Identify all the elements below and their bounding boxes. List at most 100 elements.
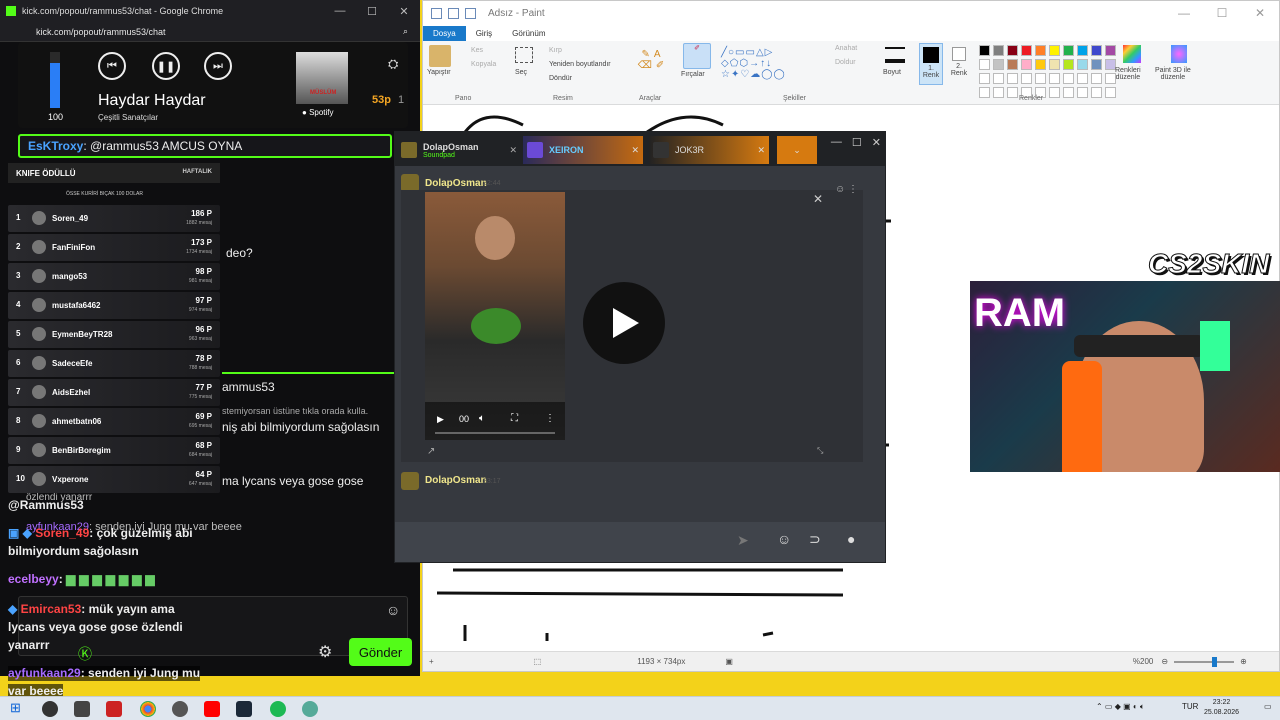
color-swatch[interactable]	[993, 59, 1004, 70]
color-swatch[interactable]	[1091, 59, 1102, 70]
paste-button[interactable]: Yapıştır	[427, 69, 451, 76]
close-tab-icon[interactable]: ✕	[757, 145, 765, 156]
youtube-icon[interactable]	[204, 701, 220, 717]
language-indicator[interactable]: TUR	[1182, 702, 1198, 711]
message-author[interactable]: DolapOsman	[425, 475, 487, 486]
tab-view[interactable]: Görünüm	[502, 26, 555, 41]
settings-icon[interactable]: ⚙	[318, 642, 332, 662]
color-swatch[interactable]	[1035, 45, 1046, 56]
voicemeeter-icon[interactable]	[106, 701, 122, 717]
paste-icon[interactable]	[429, 45, 451, 67]
address-bar[interactable]: kick.com/popout/rammus53/chat ⌕	[0, 22, 420, 42]
spotify-icon[interactable]	[270, 701, 286, 717]
mic-icon[interactable]: ●	[847, 531, 855, 547]
send-button[interactable]: Gönder	[349, 638, 412, 666]
next-track-button[interactable]: ⏭	[204, 52, 232, 80]
color-swatch[interactable]	[979, 59, 990, 70]
chrome-profile-icon[interactable]	[172, 701, 188, 717]
color-swatch[interactable]	[1105, 45, 1116, 56]
message-input[interactable]: ➤ ☺ ⊃ ●	[395, 522, 885, 562]
color-swatch[interactable]	[1077, 59, 1088, 70]
empty-swatch[interactable]	[1063, 87, 1074, 98]
paint3d-button[interactable]: Paint 3D ile düzenle	[1155, 67, 1191, 81]
color2-selector[interactable]: 2. Renk	[947, 43, 971, 85]
color-swatch[interactable]	[1063, 59, 1074, 70]
close-button[interactable]: ✕	[1241, 1, 1279, 25]
resize-button[interactable]: Yeniden boyutlandır	[549, 61, 611, 68]
save-icon[interactable]	[431, 7, 442, 19]
video-thumbnail[interactable]: ▶ 00 🔈︎ ⛶ ⋮	[425, 192, 565, 440]
copy-button[interactable]: Kopyala	[471, 61, 496, 68]
color-swatch[interactable]	[979, 45, 990, 56]
color-swatch[interactable]	[1021, 45, 1032, 56]
empty-swatch[interactable]	[1007, 87, 1018, 98]
reaction-icon[interactable]: ☺ ⋮	[835, 184, 858, 195]
crop-button[interactable]: Kırp	[549, 47, 562, 54]
clock[interactable]: 23:22 25.08.2026	[1204, 698, 1239, 718]
empty-swatch[interactable]	[979, 87, 990, 98]
edit-colors-icon[interactable]	[1123, 45, 1141, 63]
empty-swatch[interactable]	[1021, 73, 1032, 84]
more-icon[interactable]: ⋮	[545, 413, 555, 424]
color1-selector[interactable]: 1. Renk	[919, 43, 943, 85]
redo-icon[interactable]	[465, 7, 476, 19]
volume-icon[interactable]: 🔈︎	[479, 413, 485, 424]
close-embed-icon[interactable]: ✕	[813, 192, 823, 206]
tab-jok3r[interactable]: JOK3R ✕	[649, 136, 769, 164]
color-swatch[interactable]	[1021, 59, 1032, 70]
more-tabs-button[interactable]: ⌄	[777, 136, 817, 164]
volume-bar[interactable]	[50, 52, 60, 108]
start-icon[interactable]: ⊞	[10, 700, 21, 716]
size-button[interactable]: Boyut	[883, 69, 901, 76]
fill-button[interactable]: Doldur	[835, 59, 856, 66]
chrome-icon[interactable]	[140, 701, 156, 717]
maximize-button[interactable]: ☐	[852, 136, 862, 149]
tools-icons[interactable]: ✎A ⌫✐	[631, 49, 675, 77]
empty-swatch[interactable]	[1049, 87, 1060, 98]
resize-icon[interactable]: ⤡	[817, 446, 823, 456]
color-swatch[interactable]	[1063, 45, 1074, 56]
shapes-gallery[interactable]: ╱○▭▭△▷ ◇⬠⬡→↑↓ ☆✦♡☁◯◯	[721, 47, 817, 80]
zoom-slider[interactable]	[1174, 656, 1235, 667]
brushes-button[interactable]: Fırçalar	[681, 71, 705, 78]
minimize-button[interactable]: —	[831, 136, 842, 149]
color-swatch[interactable]	[1035, 59, 1046, 70]
undo-icon[interactable]	[448, 7, 459, 19]
play-small-icon[interactable]: ▶	[437, 414, 444, 425]
open-external-icon[interactable]: ↗	[427, 446, 435, 457]
tab-home[interactable]: Giriş	[466, 26, 502, 41]
empty-swatch[interactable]	[993, 73, 1004, 84]
close-tab-icon[interactable]: ✕	[631, 145, 639, 156]
empty-swatch[interactable]	[1091, 87, 1102, 98]
zoom-in-button[interactable]: ⊕	[1240, 657, 1247, 666]
empty-swatch[interactable]	[1091, 73, 1102, 84]
color-swatch[interactable]	[1007, 45, 1018, 56]
color-swatch[interactable]	[1007, 59, 1018, 70]
empty-swatch[interactable]	[1063, 73, 1074, 84]
color-swatch[interactable]	[993, 45, 1004, 56]
maximize-button[interactable]: ☐	[1203, 1, 1241, 25]
zoom-icon[interactable]: ⌕	[403, 26, 408, 37]
attach-icon[interactable]: ⊃	[809, 531, 821, 548]
pause-button[interactable]: ❚❚	[152, 52, 180, 80]
previous-track-button[interactable]: ⏮	[98, 52, 126, 80]
tab-file[interactable]: Dosya	[423, 26, 466, 41]
select-button[interactable]: Seç	[515, 69, 527, 76]
maximize-button[interactable]: ☐	[356, 5, 388, 18]
color-swatch[interactable]	[1091, 45, 1102, 56]
fullscreen-icon[interactable]: ⛶	[511, 413, 518, 424]
empty-swatch[interactable]	[993, 87, 1004, 98]
color-swatch[interactable]	[1077, 45, 1088, 56]
play-button[interactable]	[583, 282, 665, 364]
obs-icon[interactable]	[42, 701, 58, 717]
empty-swatch[interactable]	[1007, 73, 1018, 84]
edit-colors-button[interactable]: Renkleri düzenle	[1115, 67, 1141, 81]
cut-button[interactable]: Kes	[471, 47, 483, 54]
select-icon[interactable]	[515, 47, 533, 63]
zoom-out-button[interactable]: ⊖	[1161, 657, 1168, 666]
users-icon[interactable]: ⛭	[388, 56, 398, 72]
url-text[interactable]: kick.com/popout/rammus53/chat	[36, 27, 166, 37]
close-tab-icon[interactable]: ✕	[509, 145, 517, 156]
emoji-icon[interactable]: ☺	[777, 531, 791, 547]
empty-swatch[interactable]	[1077, 73, 1088, 84]
